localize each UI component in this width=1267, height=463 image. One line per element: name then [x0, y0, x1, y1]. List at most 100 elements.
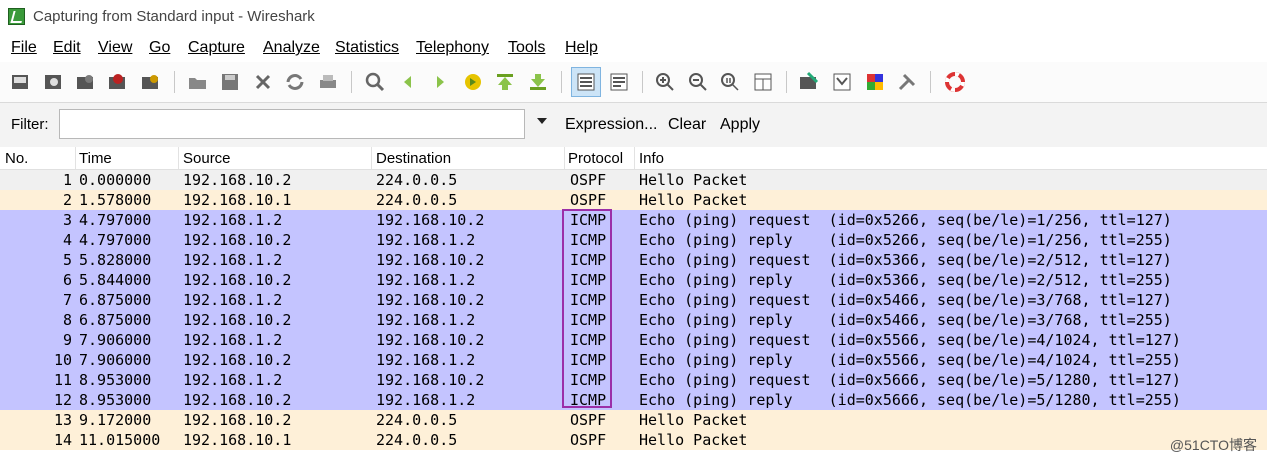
cell-no: 14	[53, 431, 72, 449]
cell-dst: 224.0.0.5	[376, 171, 458, 189]
cell-info: Echo (ping) request (id=0x5366, seq(be/l…	[639, 251, 1172, 269]
filter-input[interactable]	[59, 109, 525, 139]
cell-no: 4	[62, 231, 72, 249]
stop-icon[interactable]	[107, 71, 129, 93]
find-icon[interactable]	[364, 71, 386, 93]
zoom-in-icon[interactable]	[654, 71, 676, 93]
display-filters-icon[interactable]	[831, 71, 853, 93]
table-row[interactable]: 7 6.875000 192.168.1.2 192.168.10.2 ICMP Echo…	[0, 290, 1267, 310]
cell-src: 192.168.1.2	[183, 331, 283, 349]
cell-dst: 192.168.10.2	[376, 371, 485, 389]
coloring-rules-icon[interactable]	[864, 71, 886, 93]
table-row[interactable]: 5 5.828000 192.168.1.2 192.168.10.2 ICMP Echo…	[0, 250, 1267, 270]
table-row[interactable]: 12 8.953000 192.168.10.2 192.168.1.2 ICMP Ech…	[0, 390, 1267, 410]
table-row[interactable]: 14 11.015000 192.168.10.1 224.0.0.5 OSPF Hell…	[0, 430, 1267, 450]
cell-src: 192.168.10.1	[183, 431, 292, 449]
cell-dst: 192.168.1.2	[376, 231, 476, 249]
print-icon[interactable]	[317, 71, 339, 93]
col-time[interactable]: Time	[79, 150, 112, 167]
table-row[interactable]: 6 5.844000 192.168.10.2 192.168.1.2 ICMP Echo…	[0, 270, 1267, 290]
cell-no: 9	[62, 331, 72, 349]
menu-tools[interactable]: Tools	[508, 39, 545, 57]
packet-list: No. Time Source Destination Protocol Inf…	[0, 147, 1267, 450]
column-separator[interactable]	[371, 147, 372, 169]
menu-capture[interactable]: Capture	[188, 39, 245, 57]
capture-filters-icon[interactable]	[798, 71, 820, 93]
table-row[interactable]: 4 4.797000 192.168.10.2 192.168.1.2 ICMP Echo…	[0, 230, 1267, 250]
toolbar-separator	[642, 71, 643, 93]
cell-info: Echo (ping) reply (id=0x5466, seq(be/le)…	[639, 311, 1172, 329]
table-row[interactable]: 9 7.906000 192.168.1.2 192.168.10.2 ICMP Echo…	[0, 330, 1267, 350]
menu-telephony[interactable]: Telephony	[416, 39, 489, 57]
watermark: @51CTO博客	[1169, 437, 1257, 453]
resize-columns-icon[interactable]	[752, 71, 774, 93]
restart-icon[interactable]	[140, 71, 162, 93]
col-destination[interactable]: Destination	[376, 150, 451, 167]
col-info[interactable]: Info	[639, 150, 664, 167]
table-row[interactable]: 1 0.000000 192.168.10.2 224.0.0.5 OSPF Hello …	[0, 170, 1267, 190]
cell-proto: OSPF	[570, 431, 607, 449]
col-protocol[interactable]: Protocol	[568, 150, 623, 167]
menu-analyze[interactable]: Analyze	[263, 39, 320, 57]
table-row[interactable]: 3 4.797000 192.168.1.2 192.168.10.2 ICMP Echo…	[0, 210, 1267, 230]
close-icon[interactable]	[252, 71, 274, 93]
options-icon[interactable]	[43, 71, 65, 93]
cell-info: Echo (ping) request (id=0x5566, seq(be/l…	[639, 331, 1181, 349]
table-row[interactable]: 10 7.906000 192.168.10.2 192.168.1.2 ICMP Ech…	[0, 350, 1267, 370]
table-row[interactable]: 13 9.172000 192.168.10.2 224.0.0.5 OSPF Hello…	[0, 410, 1267, 430]
cell-src: 192.168.10.2	[183, 391, 292, 409]
col-source[interactable]: Source	[183, 150, 231, 167]
zoom-normal-icon[interactable]	[719, 71, 741, 93]
table-row[interactable]: 11 8.953000 192.168.1.2 192.168.10.2 ICMP Ech…	[0, 370, 1267, 390]
toolbar-separator	[174, 71, 175, 93]
cell-dst: 192.168.1.2	[376, 271, 476, 289]
column-separator[interactable]	[178, 147, 179, 169]
first-icon[interactable]	[494, 71, 516, 93]
cell-info: Hello Packet	[639, 431, 748, 449]
column-separator[interactable]	[75, 147, 76, 169]
cell-info: Hello Packet	[639, 191, 748, 209]
toolbar-separator	[786, 71, 787, 93]
cell-time: 11.015000	[79, 431, 161, 449]
column-separator[interactable]	[634, 147, 635, 169]
menu-go[interactable]: Go	[149, 39, 170, 57]
menu-edit[interactable]: Edit	[53, 39, 81, 57]
cell-no: 12	[53, 391, 72, 409]
table-row[interactable]: 8 6.875000 192.168.10.2 192.168.1.2 ICMP Echo…	[0, 310, 1267, 330]
help-icon[interactable]	[944, 71, 966, 93]
expression-button[interactable]: Expression...	[565, 116, 657, 134]
filter-dropdown-icon[interactable]	[537, 118, 547, 124]
colorize-icon[interactable]	[571, 67, 601, 97]
back-icon[interactable]	[397, 71, 419, 93]
cell-info: Echo (ping) request (id=0x5266, seq(be/l…	[639, 211, 1172, 229]
autoscroll-icon[interactable]	[608, 71, 630, 93]
last-icon[interactable]	[527, 71, 549, 93]
forward-icon[interactable]	[429, 71, 451, 93]
zoom-out-icon[interactable]	[687, 71, 709, 93]
save-icon[interactable]	[219, 71, 241, 93]
start-icon[interactable]	[75, 71, 97, 93]
cell-no: 6	[62, 271, 72, 289]
cell-time: 4.797000	[79, 211, 152, 229]
goto-icon[interactable]	[462, 71, 484, 93]
interfaces-icon[interactable]	[10, 71, 32, 93]
col-no[interactable]: No.	[5, 150, 28, 167]
cell-dst: 192.168.1.2	[376, 311, 476, 329]
icmp-highlight-box	[562, 209, 612, 408]
clear-button[interactable]: Clear	[668, 116, 706, 134]
preferences-icon[interactable]	[896, 71, 918, 93]
menu-statistics[interactable]: Statistics	[335, 39, 399, 57]
column-separator[interactable]	[564, 147, 565, 169]
open-icon[interactable]	[187, 71, 209, 93]
apply-button[interactable]: Apply	[720, 116, 760, 134]
menu-file[interactable]: File	[11, 39, 37, 57]
window-title: Capturing from Standard input - Wireshar…	[33, 8, 315, 25]
cell-time: 8.953000	[79, 391, 152, 409]
menu-view[interactable]: View	[98, 39, 132, 57]
menu-help[interactable]: Help	[565, 39, 598, 57]
cell-dst: 192.168.10.2	[376, 331, 485, 349]
reload-icon[interactable]	[284, 71, 306, 93]
cell-src: 192.168.10.2	[183, 231, 292, 249]
table-row[interactable]: 2 1.578000 192.168.10.1 224.0.0.5 OSPF Hello …	[0, 190, 1267, 210]
cell-info: Echo (ping) reply (id=0x5266, seq(be/le)…	[639, 231, 1172, 249]
